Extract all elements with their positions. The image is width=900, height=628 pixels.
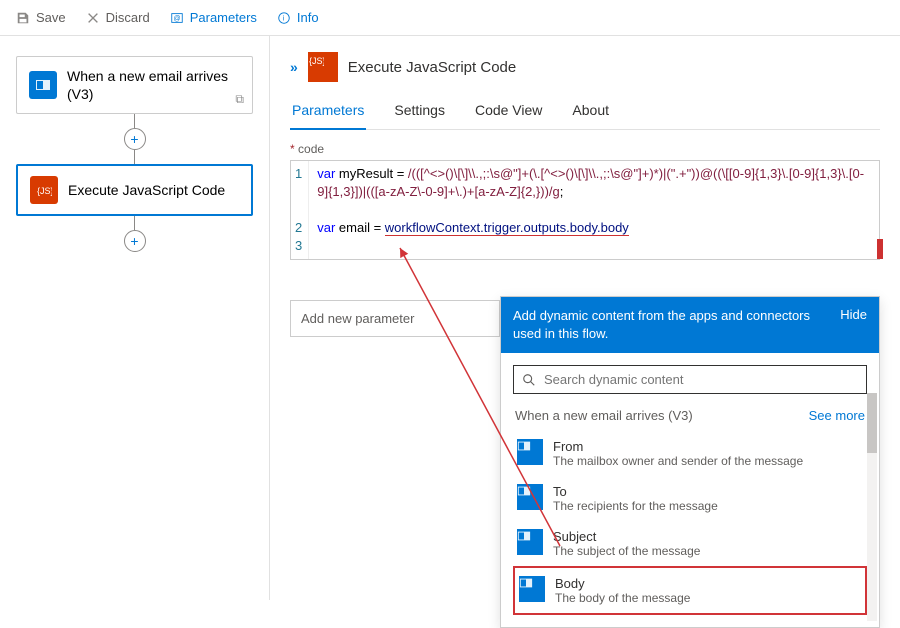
search-input[interactable]	[513, 365, 867, 394]
panel-title: Execute JavaScript Code	[348, 59, 516, 76]
tab-about[interactable]: About	[570, 96, 611, 129]
dynamic-item-from[interactable]: FromThe mailbox owner and sender of the …	[513, 431, 867, 476]
code-content[interactable]: var myResult = /(([^<>()\[\]\\.,;:\s@"]+…	[309, 161, 879, 259]
svg-text:i: i	[283, 15, 285, 22]
info-icon: i	[277, 11, 291, 25]
dynamic-item-to[interactable]: ToThe recipients for the message	[513, 476, 867, 521]
code-editor[interactable]: 1 23 var myResult = /(([^<>()\[\]\\.,;:\…	[290, 160, 880, 260]
item-desc: The body of the message	[555, 591, 690, 605]
group-title: When a new email arrives (V3)	[515, 408, 693, 423]
svg-text:@: @	[173, 15, 180, 22]
item-title: Subject	[553, 529, 700, 544]
toolbar: Save Discard @ Parameters i Info	[0, 0, 900, 36]
panel-tabs: Parameters Settings Code View About	[290, 96, 880, 130]
item-desc: The recipients for the message	[553, 499, 718, 513]
save-icon	[16, 11, 30, 25]
link-icon: ⧉	[235, 92, 244, 107]
item-title: Body	[555, 576, 690, 591]
add-step-button[interactable]: +	[124, 128, 146, 150]
add-step-button[interactable]: +	[124, 230, 146, 252]
save-label: Save	[36, 10, 66, 25]
item-desc: The subject of the message	[553, 544, 700, 558]
scroll-thumb[interactable]	[867, 393, 877, 453]
code-label: * code	[290, 142, 880, 156]
add-parameter-dropdown[interactable]: Add new parameter	[290, 300, 500, 337]
see-more-link[interactable]: See more	[809, 408, 865, 423]
item-title: To	[553, 484, 718, 499]
parameters-icon: @	[170, 11, 184, 25]
tab-settings[interactable]: Settings	[392, 96, 447, 129]
step-label: Execute JavaScript Code	[68, 181, 225, 199]
discard-label: Discard	[106, 10, 150, 25]
save-button[interactable]: Save	[8, 6, 74, 29]
collapse-button[interactable]: »	[290, 59, 298, 75]
popover-message: Add dynamic content from the apps and co…	[513, 307, 840, 343]
tab-codeview[interactable]: Code View	[473, 96, 544, 129]
workflow-step-jscode[interactable]: {JS} Execute JavaScript Code	[16, 164, 253, 216]
tab-parameters[interactable]: Parameters	[290, 96, 366, 130]
scrollbar[interactable]	[867, 393, 877, 621]
outlook-icon	[519, 576, 545, 602]
discard-button[interactable]: Discard	[78, 6, 158, 29]
workflow-canvas: When a new email arrives (V3) ⧉ + {JS} E…	[0, 36, 270, 600]
group-header: When a new email arrives (V3) See more	[513, 408, 867, 423]
parameters-label: Parameters	[190, 10, 257, 25]
dynamic-item-body[interactable]: BodyThe body of the message	[513, 566, 867, 615]
hide-button[interactable]: Hide	[840, 307, 867, 322]
item-desc: The mailbox owner and sender of the mess…	[553, 454, 803, 468]
outlook-icon	[517, 439, 543, 465]
outlook-icon	[517, 529, 543, 555]
parameters-button[interactable]: @ Parameters	[162, 6, 265, 29]
workflow-step-trigger[interactable]: When a new email arrives (V3) ⧉	[16, 56, 253, 114]
close-icon	[86, 11, 100, 25]
action-panel: » {JS} Execute JavaScript Code Parameter…	[270, 36, 900, 600]
step-label: When a new email arrives (V3)	[67, 67, 240, 103]
error-marker	[877, 239, 883, 259]
connector: +	[16, 114, 253, 164]
svg-text:{JS}: {JS}	[309, 56, 324, 66]
dynamic-item-subject[interactable]: SubjectThe subject of the message	[513, 521, 867, 566]
line-gutter: 1 23	[291, 161, 309, 259]
info-label: Info	[297, 10, 319, 25]
dynamic-content-popover: Add dynamic content from the apps and co…	[500, 296, 880, 628]
svg-text:{JS}: {JS}	[37, 186, 52, 196]
js-icon: {JS}	[308, 52, 338, 82]
outlook-icon	[517, 484, 543, 510]
connector: +	[16, 216, 253, 252]
outlook-icon	[29, 71, 57, 99]
search-icon	[522, 373, 536, 387]
search-field[interactable]	[544, 372, 858, 387]
js-icon: {JS}	[30, 176, 58, 204]
item-title: From	[553, 439, 803, 454]
info-button[interactable]: i Info	[269, 6, 327, 29]
